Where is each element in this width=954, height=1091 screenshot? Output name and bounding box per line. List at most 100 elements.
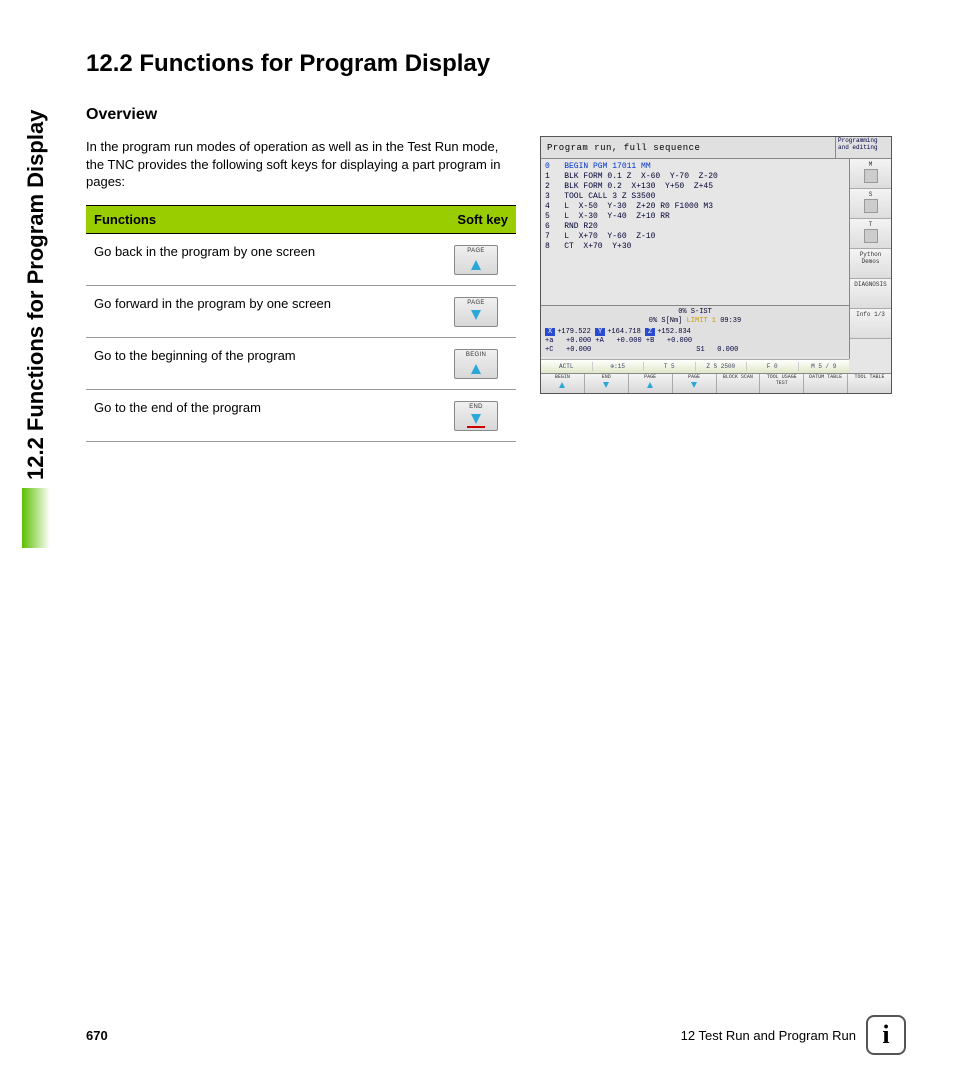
func-desc: Go forward in the program by one screen [86,285,436,337]
cnc-title: Program run, full sequence [541,137,835,158]
status-snm: 0% S[Nm] [649,317,683,325]
softkey-page-up[interactable]: PAGE [454,245,498,275]
axis-C-val: +0.000 [566,346,591,354]
table-row: Go to the end of the program END [86,389,516,441]
page-footer: 670 12 Test Run and Program Run i [86,1015,906,1055]
intro-paragraph: In the program run modes of operation as… [86,138,516,191]
func-desc: Go back in the program by one screen [86,233,436,285]
side-btn-info[interactable]: Info 1/3 [850,309,891,339]
program-line: 5 L X-30 Y-40 Z+10 RR [545,212,845,222]
axis-y-label: Y [595,328,605,336]
softkey-label: END [469,404,483,410]
sk-label: END [602,374,611,380]
sk-page-up[interactable]: PAGE [629,374,673,393]
strip-f: F 0 [747,362,799,371]
softkey-label: PAGE [467,300,484,306]
side-accent [22,488,50,548]
axis-x-label: X [545,328,555,336]
info-icon: i [866,1015,906,1055]
program-line: 7 L X+70 Y-60 Z-10 [545,232,845,242]
section-heading: 12.2 Functions for Program Display [86,50,906,78]
section-subheading: Overview [86,106,906,124]
table-row: Go forward in the program by one screen … [86,285,516,337]
generic-icon [864,199,878,213]
program-line: 8 CT X+70 Y+30 [545,242,845,252]
sk-end[interactable]: END [585,374,629,393]
cnc-mode[interactable]: Programming and editing [835,137,891,158]
side-btn-label: Info 1/3 [856,311,885,318]
strip-tool: T 5 [644,362,696,371]
program-line: 1 BLK FORM 0.1 Z X-60 Y-70 Z-20 [545,172,845,182]
cnc-side-buttons: M S T Python Demos DIAGNOSIS Info 1/3 [849,159,891,359]
arrow-down-icon [471,310,481,320]
func-softkey-cell: BEGIN [436,337,516,389]
spindle-val: 0.000 [717,346,738,354]
program-line: 3 TOOL CALL 3 Z S3500 [545,192,845,202]
axis-A-val: +0.000 [616,337,641,345]
arrow-down-icon [603,382,609,388]
softkey-begin[interactable]: BEGIN [454,349,498,379]
sk-tool-usage[interactable]: TOOL USAGE TEST [760,374,804,393]
arrow-up-icon [471,260,481,270]
axis-y-val: +164.718 [607,328,641,336]
side-btn-diagnosis[interactable]: DIAGNOSIS [850,279,891,309]
sk-label: BEGIN [555,374,570,380]
status-line-2: 0% S[Nm] LIMIT 1 09:39 [545,317,845,326]
sk-label: TOOL USAGE TEST [767,374,797,386]
arrow-down-icon [471,414,481,424]
axis-z-label: Z [645,328,655,336]
sk-label: DATUM TABLE [809,374,842,380]
strip-m: M 5 / 9 [799,362,850,371]
softkey-page-down[interactable]: PAGE [454,297,498,327]
cnc-coords-row2: +a +0.000 +A +0.000 +B +0.000 [545,337,845,346]
strip-z: Z S 2500 [696,362,748,371]
arrow-up-icon [647,382,653,388]
side-btn-label: DIAGNOSIS [854,281,886,288]
side-tab-title: 12.2 Functions for Program Display [22,50,50,480]
sk-label: BLOCK SCAN [723,374,753,380]
softkey-label: PAGE [467,248,484,254]
side-btn-python[interactable]: Python Demos [850,249,891,279]
softkey-end[interactable]: END [454,401,498,431]
softkey-label: BEGIN [466,352,486,358]
arrow-up-icon [471,364,481,374]
cnc-screenshot: Program run, full sequence Programming a… [540,136,892,394]
th-softkey: Soft key [436,205,516,233]
sk-page-down[interactable]: PAGE [673,374,717,393]
cnc-header: Program run, full sequence Programming a… [541,137,891,159]
generic-icon [864,229,878,243]
program-line: 0 BEGIN PGM 17011 MM [545,162,845,172]
axis-B-val: +0.000 [667,337,692,345]
cnc-coords-row3: +C +0.000 S1 0.000 [545,346,845,355]
func-desc: Go to the end of the program [86,389,436,441]
sk-label: TOOL TABLE [855,374,885,380]
side-btn-t[interactable]: T [850,219,891,249]
strip-datum: ⊕:15 [593,362,645,371]
func-desc: Go to the beginning of the program [86,337,436,389]
cnc-info-strip: ACTL ⊕:15 T 5 Z S 2500 F 0 M 5 / 9 [541,359,849,373]
cnc-bottom-softkeys: BEGIN END PAGE PAGE BLOCK SCAN TOOL USAG… [541,373,891,393]
sk-tool-table[interactable]: TOOL TABLE [848,374,891,393]
program-line: 6 RND R20 [545,222,845,232]
side-btn-label: S [869,191,873,198]
arrow-up-icon [559,382,565,388]
strip-actl: ACTL [541,362,593,371]
side-btn-label: Python Demos [860,251,882,265]
generic-icon [864,169,878,183]
chapter-text: 12 Test Run and Program Run [681,1028,856,1043]
sk-label: PAGE [644,374,656,380]
chapter-label: 12 Test Run and Program Run i [681,1015,906,1055]
sk-label: PAGE [688,374,700,380]
sk-block-scan[interactable]: BLOCK SCAN [717,374,761,393]
sk-begin[interactable]: BEGIN [541,374,585,393]
func-softkey-cell: END [436,389,516,441]
sk-datum-table[interactable]: DATUM TABLE [804,374,848,393]
axis-a-val: +0.000 [566,337,591,345]
side-btn-m[interactable]: M [850,159,891,189]
side-btn-label: T [869,221,873,228]
status-time: 09:39 [720,317,741,325]
status-line-1: 0% S-IST [545,308,845,317]
side-btn-s[interactable]: S [850,189,891,219]
program-line: 2 BLK FORM 0.2 X+130 Y+50 Z+45 [545,182,845,192]
side-btn-label: M [869,161,873,168]
